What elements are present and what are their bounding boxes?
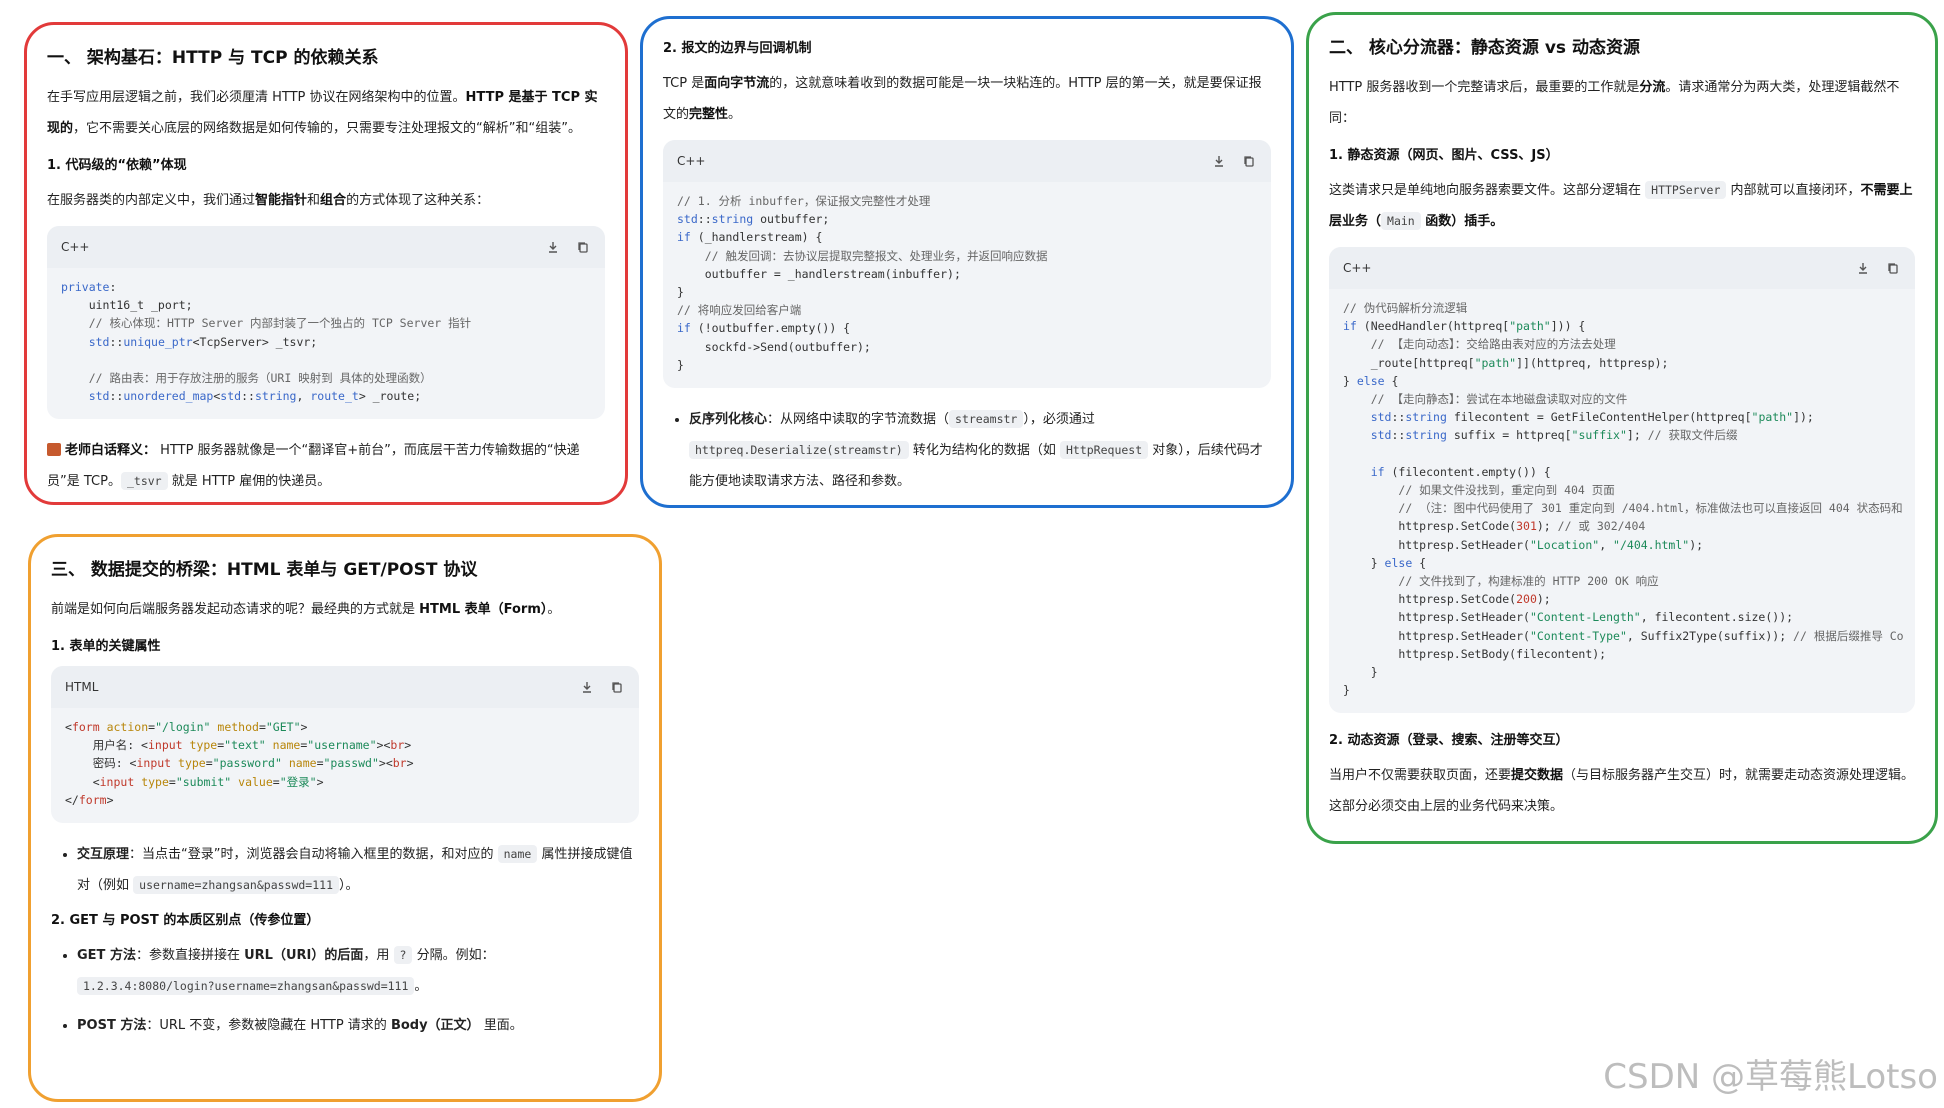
- boundary-intro: TCP 是面向字节流的，这就意味着收到的数据可能是一块一块粘连的。HTTP 层的…: [663, 76, 1262, 122]
- code-language-label: C++: [677, 154, 706, 168]
- code-header: HTML: [51, 666, 639, 708]
- list-item: GET 方法：参数直接拼接在 URL（URI）的后面，用 ? 分隔。例如：1.2…: [77, 940, 639, 1002]
- form-attributes-heading: 1. 表单的关键属性: [51, 639, 161, 654]
- copy-icon[interactable]: [575, 239, 591, 255]
- code-block-html-form: HTML <form action="/login" method="GET">…: [51, 666, 639, 824]
- books-icon: [47, 443, 61, 457]
- get-post-list: GET 方法：参数直接拼接在 URL（URI）的后面，用 ? 分隔。例如：1.2…: [51, 940, 639, 1041]
- code-content: <form action="/login" method="GET"> 用户名:…: [65, 720, 414, 807]
- get-post-heading: 2. GET 与 POST 的本质区别点（传参位置）: [51, 913, 320, 929]
- code-block-server-class: C++ private: uint16_t _port; // 核心体现：HTT…: [47, 226, 605, 420]
- card-dispatcher-title: 二、 核心分流器：静态资源 vs 动态资源: [1329, 38, 1640, 58]
- deserialize-list: 反序列化核心：从网络中读取的字节流数据（streamstr），必须通过 http…: [663, 404, 1271, 497]
- copy-icon[interactable]: [609, 679, 625, 695]
- code-block-dispatch: C++ // 伪代码解析分流逻辑 if (NeedHandler(httpreq…: [1329, 247, 1915, 714]
- card-form-bridge: 三、 数据提交的桥梁：HTML 表单与 GET/POST 协议 前端是如何向后端…: [28, 534, 662, 1102]
- teacher-note: 老师白话释义： HTTP 服务器就像是一个“翻译官+前台”，而底层干苦力传输数据…: [47, 443, 580, 491]
- code-header: C++: [663, 140, 1271, 182]
- download-icon[interactable]: [579, 679, 595, 695]
- card-message-boundary: 2. 报文的边界与回调机制 TCP 是面向字节流的，这就意味着收到的数据可能是一…: [640, 16, 1294, 508]
- dispatcher-intro: HTTP 服务器收到一个完整请求后，最重要的工作就是分流。请求通常分为两大类，处…: [1329, 80, 1900, 126]
- architecture-subheading: 1. 代码级的“依赖”体现: [47, 158, 187, 173]
- list-item: 交互原理：当点击“登录”时，浏览器会自动将输入框里的数据，和对应的 name 属…: [77, 839, 639, 901]
- card-form-bridge-title: 三、 数据提交的桥梁：HTML 表单与 GET/POST 协议: [51, 560, 478, 580]
- code-language-label: C++: [1343, 261, 1372, 275]
- form-principle-list: 交互原理：当点击“登录”时，浏览器会自动将输入框里的数据，和对应的 name 属…: [51, 839, 639, 901]
- code-content: private: uint16_t _port; // 核心体现：HTTP Se…: [61, 280, 472, 404]
- copy-icon[interactable]: [1885, 260, 1901, 276]
- card-architecture: 一、 架构基石：HTTP 与 TCP 的依赖关系 在手写应用层逻辑之前，我们必须…: [24, 22, 628, 505]
- code-language-label: HTML: [65, 680, 99, 694]
- code-language-label: C++: [61, 240, 90, 254]
- architecture-subtext: 在服务器类的内部定义中，我们通过智能指针和组合的方式体现了这种关系：: [47, 193, 490, 208]
- code-content: // 伪代码解析分流逻辑 if (NeedHandler(httpreq["pa…: [1343, 301, 1904, 698]
- download-icon[interactable]: [1855, 260, 1871, 276]
- watermark: CSDN @草莓熊Lotso: [1603, 1057, 1938, 1097]
- form-intro: 前端是如何向后端服务器发起动态请求的呢？最经典的方式就是 HTML 表单（For…: [51, 602, 561, 617]
- code-content: // 1. 分析 inbuffer，保证报文完整性才处理 std::string…: [677, 194, 1048, 372]
- list-item: 反序列化核心：从网络中读取的字节流数据（streamstr），必须通过 http…: [689, 404, 1271, 497]
- static-resource-heading: 1. 静态资源（网页、图片、CSS、JS）: [1329, 148, 1559, 163]
- architecture-intro: 在手写应用层逻辑之前，我们必须厘清 HTTP 协议在网络架构中的位置。HTTP …: [47, 90, 598, 136]
- code-block-inbuffer: C++ // 1. 分析 inbuffer，保证报文完整性才处理 std::st…: [663, 140, 1271, 389]
- card-message-boundary-title: 2. 报文的边界与回调机制: [663, 41, 812, 56]
- download-icon[interactable]: [545, 239, 561, 255]
- dynamic-resource-text: 当用户不仅需要获取页面，还要提交数据（与目标服务器产生交互）时，就需要走动态资源…: [1329, 768, 1915, 815]
- code-header: C++: [1329, 247, 1915, 289]
- static-resource-text: 这类请求只是单纯地向服务器索要文件。这部分逻辑在 HTTPServer 内部就可…: [1329, 181, 1913, 230]
- list-item: POST 方法：URL 不变，参数被隐藏在 HTTP 请求的 Body（正文） …: [77, 1010, 639, 1041]
- download-icon[interactable]: [1211, 153, 1227, 169]
- card-architecture-title: 一、 架构基石：HTTP 与 TCP 的依赖关系: [47, 48, 379, 68]
- dynamic-resource-heading: 2. 动态资源（登录、搜索、注册等交互）: [1329, 733, 1569, 749]
- card-dispatcher: 二、 核心分流器：静态资源 vs 动态资源 HTTP 服务器收到一个完整请求后，…: [1306, 12, 1938, 844]
- code-header: C++: [47, 226, 605, 268]
- copy-icon[interactable]: [1241, 153, 1257, 169]
